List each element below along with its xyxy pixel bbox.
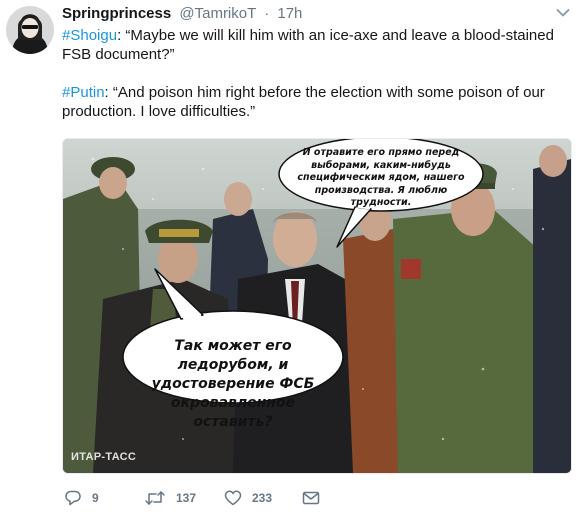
tweet-header: Springprincess @TamrikoT · 17h <box>62 4 302 24</box>
hashtag-link[interactable]: #Putin <box>62 84 105 101</box>
separator-dot: · <box>264 5 270 22</box>
like-button[interactable]: 233 <box>224 488 272 508</box>
quote-text: : “And poison him right before the elect… <box>62 84 545 120</box>
timestamp[interactable]: 17h <box>277 5 302 22</box>
tweet-photo[interactable]: И отравите его прямо перед выборами, как… <box>62 138 572 474</box>
tweet-text: #Shoigu: “Maybe we will kill him with an… <box>62 26 570 121</box>
envelope-icon <box>302 491 320 505</box>
like-count: 233 <box>252 491 273 505</box>
speech-bubble-text-top: И отравите его прямо перед выборами, как… <box>297 147 465 208</box>
display-name[interactable]: Springprincess <box>62 5 171 22</box>
retweet-count: 137 <box>176 491 197 505</box>
tweet: Springprincess @TamrikoT · 17h #Shoigu: … <box>0 0 580 517</box>
hashtag-link[interactable]: #Shoigu <box>62 27 117 44</box>
tweet-paragraph-1: #Shoigu: “Maybe we will kill him with an… <box>62 26 570 64</box>
quote-text: : “Maybe we will kill him with an ice-ax… <box>62 27 554 63</box>
direct-message-button[interactable] <box>302 488 320 508</box>
user-handle[interactable]: @TamrikoT <box>179 5 256 22</box>
reply-button[interactable]: 9 <box>64 488 99 508</box>
tweet-actions: 9 137 233 <box>62 488 570 508</box>
chevron-down-icon[interactable] <box>556 8 570 18</box>
avatar[interactable] <box>6 6 54 54</box>
retweet-icon <box>145 491 165 505</box>
retweet-button[interactable]: 137 <box>144 488 196 508</box>
photo-watermark: ИТАР-ТАСС <box>71 451 137 463</box>
reply-icon <box>65 490 81 506</box>
reply-count: 9 <box>92 491 99 505</box>
speech-bubble-text-bottom: Так может его ледорубом, и удостоверение… <box>151 338 315 430</box>
heart-icon <box>224 490 242 506</box>
tweet-paragraph-2: #Putin: “And poison him right before the… <box>62 83 570 121</box>
